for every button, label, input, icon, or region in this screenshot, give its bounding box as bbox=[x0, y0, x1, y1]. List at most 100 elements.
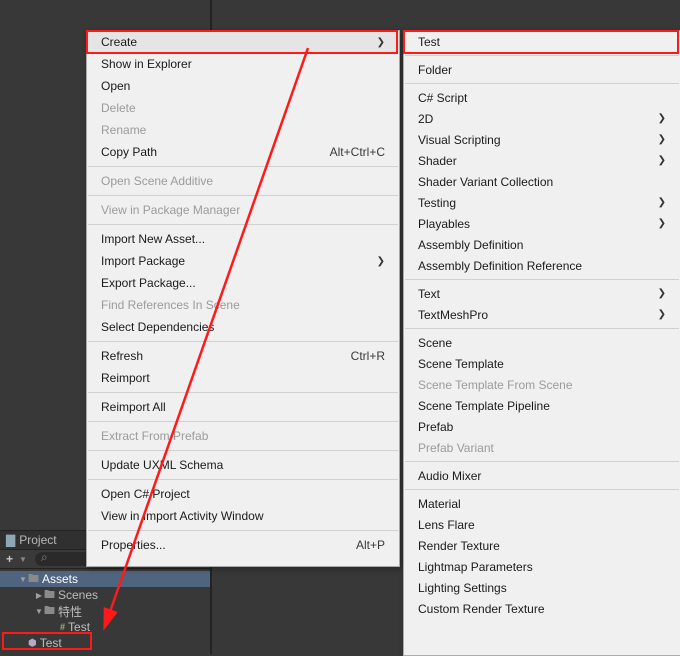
menu-label: Refresh bbox=[101, 349, 351, 363]
menu-item-render-texture[interactable]: Render Texture bbox=[404, 535, 680, 556]
menu-item-assembly-definition-ref[interactable]: Assembly Definition Reference bbox=[404, 255, 680, 276]
menu-item-view-package-manager: View in Package Manager bbox=[87, 199, 399, 221]
menu-label: Create bbox=[101, 35, 369, 49]
menu-label: Prefab Variant bbox=[418, 441, 666, 455]
menu-label: Text bbox=[418, 287, 650, 301]
menu-item-csharp-script[interactable]: C# Script bbox=[404, 87, 680, 108]
menu-item-scene-template-pipeline[interactable]: Scene Template Pipeline bbox=[404, 395, 680, 416]
menu-item-update-uxml[interactable]: Update UXML Schema bbox=[87, 454, 399, 476]
submenu-arrow-icon: ❯ bbox=[650, 155, 666, 166]
menu-item-reimport[interactable]: Reimport bbox=[87, 367, 399, 389]
menu-item-lens-flare[interactable]: Lens Flare bbox=[404, 514, 680, 535]
scriptable-icon: ⬢ bbox=[28, 638, 37, 649]
menu-item-textmeshpro[interactable]: TextMeshPro❯ bbox=[404, 304, 680, 325]
menu-item-prefab[interactable]: Prefab bbox=[404, 416, 680, 437]
tree-item-tex[interactable]: ▼ 🖿 特性 bbox=[0, 603, 210, 619]
expand-arrow-icon: ▼ bbox=[34, 607, 44, 616]
project-icon: ▇ bbox=[6, 533, 15, 547]
tree-label: Test bbox=[40, 636, 62, 650]
menu-item-2d[interactable]: 2D❯ bbox=[404, 108, 680, 129]
menu-item-audio-mixer[interactable]: Audio Mixer bbox=[404, 465, 680, 486]
menu-label: Material bbox=[418, 497, 666, 511]
menu-separator bbox=[88, 479, 398, 480]
menu-separator bbox=[405, 83, 679, 84]
menu-label: Reimport bbox=[101, 371, 385, 385]
create-submenu: Test Folder C# Script 2D❯ Visual Scripti… bbox=[403, 30, 680, 656]
project-tree: ▼ 🖿 Assets ▶ 🖿 Scenes ▼ 🖿 特性 # Test ⬢ Te… bbox=[0, 569, 210, 651]
csharp-icon: # bbox=[60, 622, 65, 632]
menu-item-text[interactable]: Text❯ bbox=[404, 283, 680, 304]
project-tab-label: Project bbox=[19, 533, 56, 547]
menu-item-refresh[interactable]: Refresh Ctrl+R bbox=[87, 345, 399, 367]
menu-item-properties[interactable]: Properties... Alt+P bbox=[87, 534, 399, 556]
submenu-arrow-icon: ❯ bbox=[650, 197, 666, 208]
submenu-arrow-icon: ❯ bbox=[650, 134, 666, 145]
menu-item-copy-path[interactable]: Copy Path Alt+Ctrl+C bbox=[87, 141, 399, 163]
menu-item-reimport-all[interactable]: Reimport All bbox=[87, 396, 399, 418]
menu-label: Open bbox=[101, 79, 385, 93]
menu-item-shader[interactable]: Shader❯ bbox=[404, 150, 680, 171]
menu-item-assembly-definition[interactable]: Assembly Definition bbox=[404, 234, 680, 255]
menu-item-playables[interactable]: Playables❯ bbox=[404, 213, 680, 234]
context-menu: Create ❯ Show in Explorer Open Delete Re… bbox=[86, 30, 400, 567]
menu-item-testing[interactable]: Testing❯ bbox=[404, 192, 680, 213]
menu-label: Select Dependencies bbox=[101, 320, 385, 334]
menu-label: Import Package bbox=[101, 254, 369, 268]
tree-item-test-asset[interactable]: ⬢ Test bbox=[0, 635, 210, 651]
add-dropdown-icon[interactable]: ▼ bbox=[19, 555, 31, 564]
tree-item-assets[interactable]: ▼ 🖿 Assets bbox=[0, 571, 210, 587]
menu-label: Copy Path bbox=[101, 145, 330, 159]
menu-item-create[interactable]: Create ❯ bbox=[87, 31, 399, 53]
submenu-arrow-icon: ❯ bbox=[650, 218, 666, 229]
menu-item-select-dependencies[interactable]: Select Dependencies bbox=[87, 316, 399, 338]
menu-label: Lens Flare bbox=[418, 518, 666, 532]
menu-item-lightmap-parameters[interactable]: Lightmap Parameters bbox=[404, 556, 680, 577]
menu-item-lighting-settings[interactable]: Lighting Settings bbox=[404, 577, 680, 598]
expand-arrow-icon: ▼ bbox=[18, 575, 28, 584]
menu-label: Shader bbox=[418, 154, 650, 168]
menu-item-view-import-activity[interactable]: View in Import Activity Window bbox=[87, 505, 399, 527]
menu-label: Reimport All bbox=[101, 400, 385, 414]
menu-separator bbox=[405, 489, 679, 490]
folder-icon: 🖿 bbox=[44, 602, 55, 621]
menu-label: Open Scene Additive bbox=[101, 174, 385, 188]
shortcut-label: Ctrl+R bbox=[351, 349, 385, 363]
menu-item-prefab-variant: Prefab Variant bbox=[404, 437, 680, 458]
menu-item-open-scene-additive: Open Scene Additive bbox=[87, 170, 399, 192]
menu-label: C# Script bbox=[418, 91, 666, 105]
tree-label: Test bbox=[68, 620, 90, 634]
menu-label: Delete bbox=[101, 101, 385, 115]
menu-label: Custom Render Texture bbox=[418, 602, 666, 616]
menu-item-open-csharp-project[interactable]: Open C# Project bbox=[87, 483, 399, 505]
menu-separator bbox=[88, 421, 398, 422]
menu-item-test[interactable]: Test bbox=[404, 31, 680, 52]
menu-item-export-package[interactable]: Export Package... bbox=[87, 272, 399, 294]
tree-item-test-script[interactable]: # Test bbox=[0, 619, 210, 635]
menu-label: Audio Mixer bbox=[418, 469, 666, 483]
menu-item-custom-render-texture[interactable]: Custom Render Texture bbox=[404, 598, 680, 619]
menu-item-delete: Delete bbox=[87, 97, 399, 119]
menu-item-folder[interactable]: Folder bbox=[404, 59, 680, 80]
menu-item-visual-scripting[interactable]: Visual Scripting❯ bbox=[404, 129, 680, 150]
add-button[interactable]: + bbox=[0, 552, 19, 566]
menu-item-show-in-explorer[interactable]: Show in Explorer bbox=[87, 53, 399, 75]
submenu-arrow-icon: ❯ bbox=[369, 37, 385, 48]
menu-separator bbox=[405, 328, 679, 329]
menu-item-scene-template[interactable]: Scene Template bbox=[404, 353, 680, 374]
menu-label: 2D bbox=[418, 112, 650, 126]
tree-item-scenes[interactable]: ▶ 🖿 Scenes bbox=[0, 587, 210, 603]
menu-item-material[interactable]: Material bbox=[404, 493, 680, 514]
menu-item-import-new-asset[interactable]: Import New Asset... bbox=[87, 228, 399, 250]
menu-item-shader-variant[interactable]: Shader Variant Collection bbox=[404, 171, 680, 192]
menu-label: Show in Explorer bbox=[101, 57, 385, 71]
menu-label: Testing bbox=[418, 196, 650, 210]
menu-item-scene[interactable]: Scene bbox=[404, 332, 680, 353]
menu-label: Prefab bbox=[418, 420, 666, 434]
menu-label: Find References In Scene bbox=[101, 298, 385, 312]
menu-label: Assembly Definition bbox=[418, 238, 666, 252]
menu-separator bbox=[88, 166, 398, 167]
menu-item-open[interactable]: Open bbox=[87, 75, 399, 97]
shortcut-label: Alt+P bbox=[356, 538, 385, 552]
menu-label: Folder bbox=[418, 63, 666, 77]
menu-item-import-package[interactable]: Import Package ❯ bbox=[87, 250, 399, 272]
